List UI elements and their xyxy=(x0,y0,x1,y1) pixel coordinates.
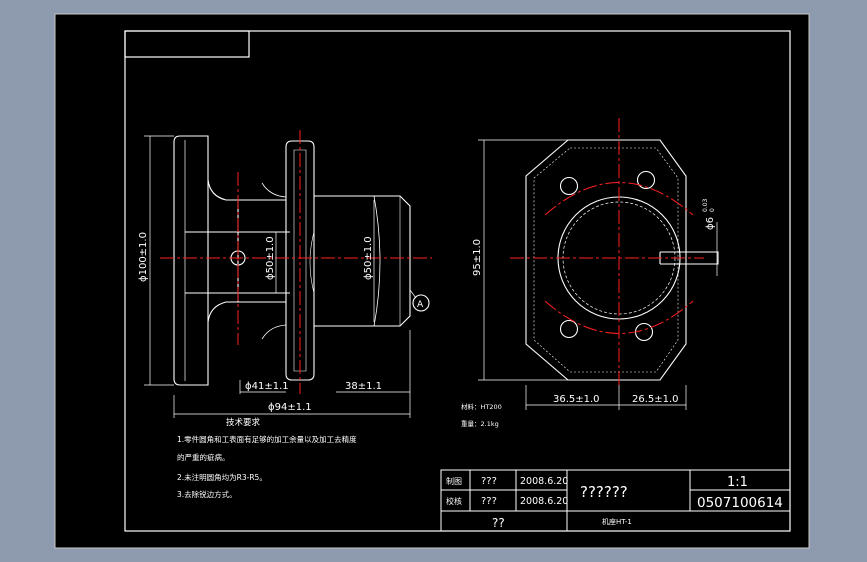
weight-label: 重量：2.1kg xyxy=(461,420,499,428)
dim-dia94: ϕ94±1.1 xyxy=(268,402,312,413)
dim-len38: 38±1.1 xyxy=(345,381,382,392)
tech-line-3: 3.去除锐边方式。 xyxy=(177,489,237,499)
dim-w26: 26.5±1.0 xyxy=(632,394,679,405)
cad-drawing: ϕ100±1.0 ϕ50±1.0 ϕ50±1.0 ϕ41±1.1 38±1.1 … xyxy=(54,13,810,549)
dim-dia6-tol-upper: 0.03 xyxy=(702,198,709,212)
dim-dia6-tol-lower: 0 xyxy=(709,208,716,212)
tb-material-code: 机座HT-1 xyxy=(602,517,632,526)
tech-title: 技术要求 xyxy=(226,417,261,428)
dim-w36: 36.5±1.0 xyxy=(553,394,600,405)
tb-drawing-no: 0507100614 xyxy=(697,495,783,511)
material-label: 材料：HT200 xyxy=(461,402,502,411)
tb-part-name: ?????? xyxy=(580,483,628,501)
tb-scale: 1:1 xyxy=(727,475,748,490)
tb-name-1: ??? xyxy=(481,476,497,487)
section-mark-a: A xyxy=(417,300,424,310)
tb-role-1: 制图 xyxy=(446,476,462,486)
tech-line-1: 1.零件圆角和工表面有足够的加工余量以及加工去精度 xyxy=(177,434,357,444)
tb-org: ?? xyxy=(492,516,505,530)
dim-dia50-right: ϕ50±1.0 xyxy=(363,236,374,280)
tb-date-2: 2008.6.20 xyxy=(520,496,568,507)
drawing-sheet xyxy=(54,13,810,549)
dim-dia41: ϕ41±1.1 xyxy=(245,381,289,392)
tech-line-1b: 的严重的疵病。 xyxy=(177,452,230,462)
dim-h95: 95±1.0 xyxy=(472,239,483,276)
tb-date-1: 2008.6.20 xyxy=(520,476,568,487)
dim-dia100: ϕ100±1.0 xyxy=(138,232,149,282)
tb-role-2: 校核 xyxy=(446,496,462,506)
dim-dia6: ϕ6 xyxy=(705,217,716,230)
dim-dia50-left: ϕ50±1.0 xyxy=(265,236,276,280)
tb-name-2: ??? xyxy=(481,496,497,507)
tech-line-2: 2.未注明圆角均为R3-R5。 xyxy=(177,472,267,482)
